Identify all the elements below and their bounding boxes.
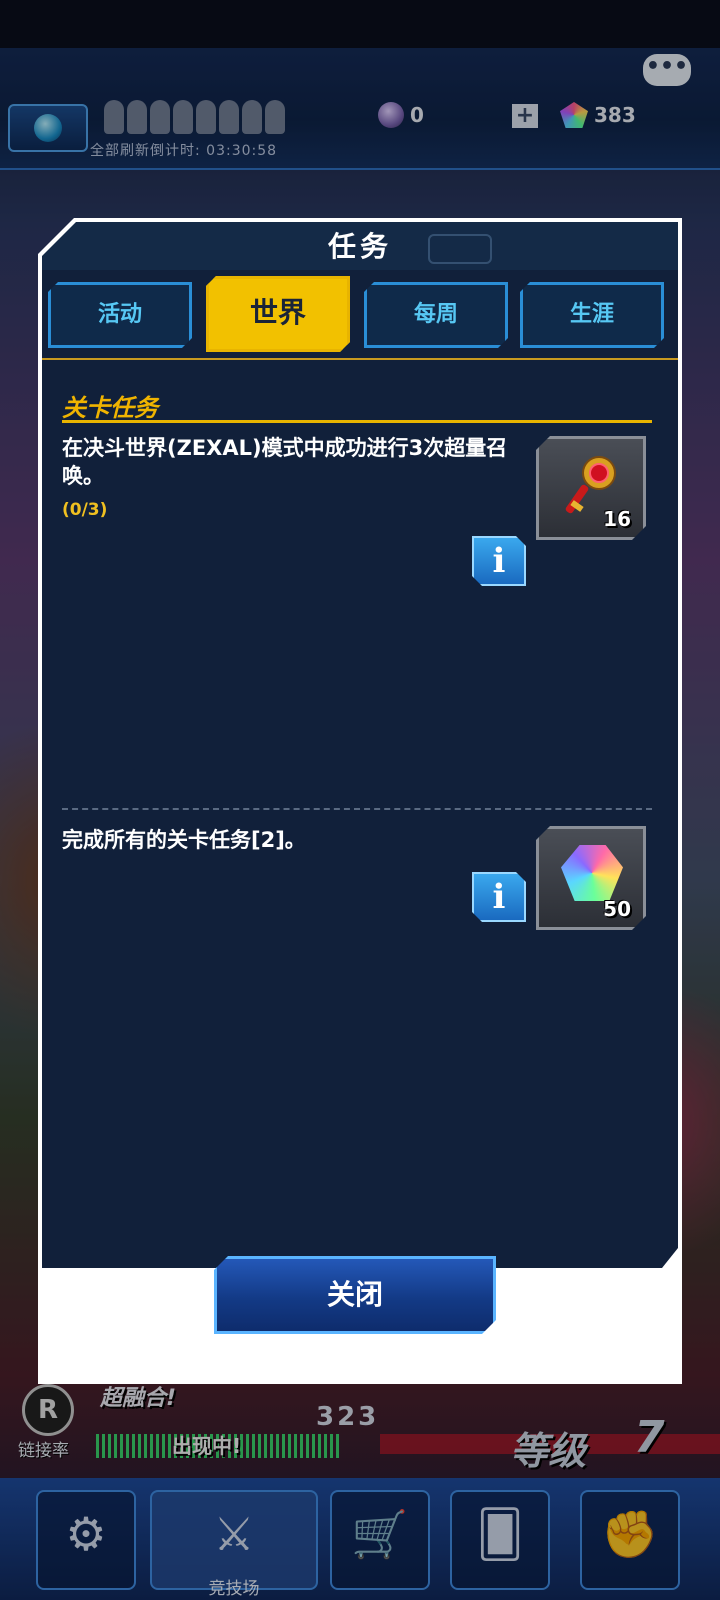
info-button[interactable]: i bbox=[472, 536, 526, 586]
info-icon: i bbox=[492, 877, 506, 917]
close-button-label: 关闭 bbox=[326, 1278, 383, 1311]
reward-box[interactable]: 50 bbox=[536, 826, 646, 930]
info-button[interactable]: i bbox=[472, 872, 526, 922]
tab-world[interactable]: 世界 bbox=[206, 276, 350, 352]
quest-item: 在决斗世界(ZEXAL)模式中成功进行3次超量召唤。 (0/3) 16 i bbox=[62, 434, 662, 594]
tab-career-label: 生涯 bbox=[569, 302, 614, 327]
reward-count: 50 bbox=[603, 897, 631, 921]
quest-divider bbox=[62, 808, 652, 810]
close-button[interactable]: 关闭 bbox=[214, 1256, 496, 1334]
quest-text: 在决斗世界(ZEXAL)模式中成功进行3次超量召唤。 bbox=[62, 436, 508, 488]
section-title-text: 关卡任务 bbox=[62, 394, 158, 422]
quest-modal: 任务 活动 世界 每周 生涯 关卡任务 在决斗世界(ZEXAL)模式中成功进行3… bbox=[38, 218, 682, 1384]
section-title: 关卡任务 bbox=[62, 388, 652, 423]
tab-bar: 活动 世界 每周 生涯 bbox=[42, 270, 678, 360]
tab-activity-label: 活动 bbox=[97, 302, 142, 327]
modal-body: 活动 世界 每周 生涯 关卡任务 在决斗世界(ZEXAL)模式中成功进行3次超量… bbox=[42, 270, 678, 1268]
quest-item: 完成所有的关卡任务[2]。 50 i bbox=[62, 826, 662, 946]
modal-title: 任务 bbox=[327, 230, 392, 263]
reward-box[interactable]: 16 bbox=[536, 436, 646, 540]
quest-text: 完成所有的关卡任务[2]。 bbox=[62, 828, 306, 852]
tab-activity[interactable]: 活动 bbox=[48, 282, 192, 348]
tab-weekly[interactable]: 每周 bbox=[364, 282, 508, 348]
reward-count: 16 bbox=[603, 507, 631, 531]
gem-icon bbox=[561, 845, 623, 901]
quest-progress: (0/3) bbox=[62, 500, 108, 520]
info-icon: i bbox=[492, 541, 506, 581]
tab-weekly-label: 每周 bbox=[413, 302, 458, 327]
tab-career[interactable]: 生涯 bbox=[520, 282, 664, 348]
modal-header: 任务 bbox=[42, 222, 678, 270]
tab-world-label: 世界 bbox=[249, 296, 306, 329]
